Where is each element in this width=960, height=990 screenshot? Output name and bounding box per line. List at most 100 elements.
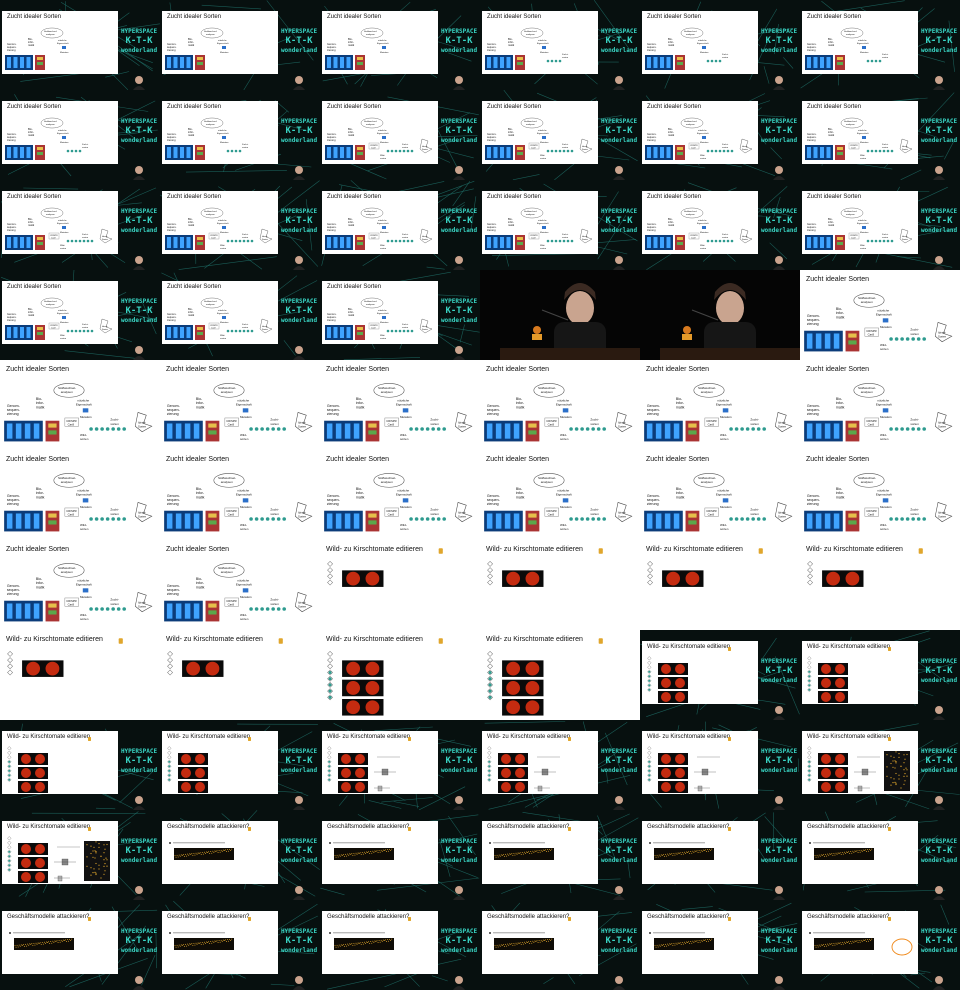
svg-text:matik: matik — [836, 495, 845, 499]
slide-thumbnail[interactable]: Zucht idealer Sorten Genom-sequen-zierun… — [160, 180, 320, 270]
slide-thumbnail[interactable]: Zucht idealer Sorten Genom-sequen-zierun… — [800, 180, 960, 270]
svg-text:sorten: sorten — [430, 422, 439, 426]
slide-thumbnail[interactable]: Geschäftsmodelle attackieren? HYPERSPACE… — [320, 810, 480, 900]
slide-thumbnail[interactable]: Zucht idealer Sorten Genom-sequen-zierun… — [800, 450, 960, 540]
slide-thumbnail[interactable]: Wild- zu Kirschtomate editieren HYPERSPA… — [800, 630, 960, 720]
slide-thumbnail[interactable]: Zucht idealer Sorten Genom-sequen-zierun… — [0, 360, 160, 450]
slide-thumbnail[interactable]: Zucht idealer Sorten Genom-sequen-zierun… — [480, 180, 640, 270]
svg-text:matik: matik — [836, 405, 845, 409]
svg-text:zierung: zierung — [167, 318, 176, 322]
slide-thumbnail[interactable]: Wild- zu Kirschtomate editieren — [800, 540, 960, 630]
slide-thumbnail[interactable]: Geschäftsmodelle attackieren? HYPERSPACE… — [480, 810, 640, 900]
slide-thumbnail[interactable]: Zucht idealer Sorten Genom-sequen-zierun… — [0, 90, 160, 180]
slide-thumbnail[interactable]: Geschäftsmodelle attackieren? HYPERSPACE… — [640, 810, 800, 900]
slide-thumbnail[interactable]: Zucht idealer Sorten Genom-sequen-zierun… — [0, 0, 160, 90]
slide-thumbnail[interactable]: Zucht idealer Sorten Genom-sequen-zierun… — [640, 90, 800, 180]
slide-thumbnail[interactable]: Zucht idealer Sorten Genom-sequen-zierun… — [640, 450, 800, 540]
slide-thumbnail[interactable]: Wild- zu Kirschtomate editieren — [640, 540, 800, 630]
slide-thumbnail[interactable]: Wild- zu Kirschtomate editieren HYPERSPA… — [160, 720, 320, 810]
slide-thumbnail[interactable]: Geschäftsmodelle attackieren? HYPERSPACE… — [0, 900, 160, 990]
slide-thumbnail[interactable]: Geschäftsmodelle attackieren? HYPERSPACE… — [800, 810, 960, 900]
slide-thumbnail[interactable]: Zucht idealer Sorten Genom-sequen-zierun… — [0, 450, 160, 540]
svg-text:Eigenschaft: Eigenschaft — [556, 403, 572, 407]
slide-thumbnail[interactable]: Wild- zu Kirschtomate editieren — [320, 540, 480, 630]
svg-text:nützliche: nützliche — [858, 39, 867, 42]
svg-text:sorten: sorten — [700, 247, 707, 250]
svg-text:sorten: sorten — [882, 56, 889, 59]
slide-thumbnail[interactable]: Zucht idealer Sorten Genom-sequen-zierun… — [0, 270, 160, 360]
event-logo: HYPERSPACE K-T-K wonderland — [440, 118, 478, 144]
svg-text:sorten: sorten — [80, 527, 89, 531]
svg-text:analysen: analysen — [46, 34, 56, 36]
speaker-thumbnail — [933, 796, 945, 810]
slide-thumbnail[interactable]: Zucht idealer Sorten Genom-sequen-zierun… — [320, 0, 480, 90]
svg-text:Eigenschaft: Eigenschaft — [697, 42, 709, 45]
slide-thumbnail[interactable]: Geschäftsmodelle attackieren? HYPERSPACE… — [320, 900, 480, 990]
slide-thumbnail[interactable]: Zucht idealer Sorten Genom-sequen-zierun… — [160, 270, 320, 360]
slide-thumbnail[interactable]: Geschäftsmodelle attackieren? HYPERSPACE… — [160, 900, 320, 990]
svg-text:analysen: analysen — [206, 34, 216, 36]
svg-text:nützliche: nützliche — [58, 309, 67, 312]
slide-thumbnail[interactable]: Zucht idealer Sorten Genom-sequen-zierun… — [0, 180, 160, 270]
slide-thumbnail[interactable]: Zucht idealer Sorten Genom-sequen-zierun… — [160, 450, 320, 540]
slide-thumbnail[interactable]: Geschäftsmodelle attackieren? HYPERSPACE… — [160, 810, 320, 900]
svg-text:sorten: sorten — [860, 247, 867, 250]
slide-thumbnail[interactable]: Zucht idealer Sorten Genom-sequen-zierun… — [160, 360, 320, 450]
event-logo: HYPERSPACE K-T-K wonderland — [760, 838, 798, 864]
slide-thumbnail[interactable]: Zucht idealer Sorten Genom-sequen-zierun… — [320, 270, 480, 360]
speaker-thumbnail — [293, 796, 305, 810]
svg-text:matik: matik — [36, 495, 45, 499]
slide-thumbnail[interactable]: Zucht idealer Sorten Genom-sequen-zierun… — [160, 540, 320, 630]
slide-thumbnail[interactable]: Zucht idealer Sorten Genom-sequen-zierun… — [800, 90, 960, 180]
slide-thumbnail[interactable]: Zucht idealer Sorten Genom-sequen-zierun… — [320, 180, 480, 270]
svg-text:sorten: sorten — [270, 422, 279, 426]
slide-thumbnail[interactable]: Wild- zu Kirschtomate editieren HYPERSPA… — [0, 810, 160, 900]
slide-thumbnail[interactable]: Zucht idealer Sorten Genom-sequen-zierun… — [640, 0, 800, 90]
slide-thumbnail[interactable]: Geschäftsmodelle attackieren? HYPERSPACE… — [800, 900, 960, 990]
slide-thumbnail[interactable]: Zucht idealer Sorten Genom-sequen-zierun… — [640, 360, 800, 450]
slide-thumbnail[interactable]: Wild- zu Kirschtomate editieren — [480, 630, 640, 720]
event-logo: HYPERSPACE K-T-K wonderland — [120, 928, 158, 954]
slide-thumbnail[interactable]: Wild- zu Kirschtomate editieren HYPERSPA… — [480, 720, 640, 810]
slide-thumbnail[interactable]: Zucht idealer Sorten Genom-sequen-zierun… — [480, 90, 640, 180]
slide-thumbnail[interactable]: Zucht idealer Sorten Genom-sequen-zierun… — [480, 450, 640, 540]
svg-text:Sorten: Sorten — [138, 425, 147, 429]
svg-text:CRISPR: CRISPR — [866, 509, 876, 513]
slide-thumbnail[interactable]: Zucht idealer Sorten Genom-sequen-zierun… — [320, 90, 480, 180]
slide-thumbnail[interactable]: Wild- zu Kirschtomate editieren HYPERSPA… — [640, 630, 800, 720]
svg-text:sorten: sorten — [110, 512, 119, 516]
slide-thumbnail[interactable]: Wild- zu Kirschtomate editieren — [480, 540, 640, 630]
svg-text:Wild-: Wild- — [380, 335, 385, 337]
slide-thumbnail[interactable]: Wild- zu Kirschtomate editieren HYPERSPA… — [320, 720, 480, 810]
slide-thumbnail[interactable]: Geschäftsmodelle attackieren? HYPERSPACE… — [640, 900, 800, 990]
slide-thumbnail[interactable]: Wild- zu Kirschtomate editieren HYPERSPA… — [0, 720, 160, 810]
svg-text:matik: matik — [356, 495, 365, 499]
slide-thumbnail[interactable]: Zucht idealer Sorten Genom-sequen-zierun… — [800, 360, 960, 450]
slide-thumbnail[interactable]: Zucht idealer Sorten Genom-sequen-zierun… — [800, 0, 960, 90]
slide-thumbnail[interactable]: Wild- zu Kirschtomate editieren — [0, 630, 160, 720]
slide-thumbnail[interactable] — [640, 270, 800, 360]
slide-thumbnail[interactable]: Zucht idealer Sorten Genom-sequen-zierun… — [160, 0, 320, 90]
slide-thumbnail[interactable] — [480, 270, 640, 360]
slide-thumbnail[interactable]: Geschäftsmodelle attackieren? HYPERSPACE… — [480, 900, 640, 990]
slide-thumbnail[interactable]: Wild- zu Kirschtomate editieren — [320, 630, 480, 720]
slide-thumbnail[interactable]: Wild- zu Kirschtomate editieren HYPERSPA… — [800, 720, 960, 810]
slide-thumbnail[interactable]: Zucht idealer Sorten Genom-sequen-zierun… — [320, 360, 480, 450]
slide-thumbnail[interactable]: Zucht idealer Sorten Genom-sequen-zierun… — [320, 450, 480, 540]
svg-text:Wild-: Wild- — [860, 155, 865, 157]
svg-text:Stoffwechsel-: Stoffwechsel- — [524, 120, 537, 123]
slide-thumbnail[interactable]: Zucht idealer Sorten Genom-sequen-zierun… — [640, 180, 800, 270]
slide-thumbnail[interactable]: Zucht idealer Sorten Genom-sequen-zierun… — [0, 540, 160, 630]
slide-thumbnail[interactable]: Wild- zu Kirschtomate editieren HYPERSPA… — [640, 720, 800, 810]
svg-text:zierung: zierung — [647, 138, 656, 142]
slide-thumbnail[interactable]: Wild- zu Kirschtomate editieren — [160, 630, 320, 720]
slide-thumbnail[interactable]: Zucht idealer Sorten Genom-sequen-zierun… — [800, 270, 960, 360]
svg-text:Cas9: Cas9 — [388, 513, 395, 517]
slide-thumbnail[interactable]: Zucht idealer Sorten Genom-sequen-zierun… — [480, 360, 640, 450]
event-logo: HYPERSPACE K-T-K wonderland — [120, 118, 158, 144]
svg-text:zierung: zierung — [647, 412, 659, 416]
slide-thumbnail[interactable]: Zucht idealer Sorten Genom-sequen-zierun… — [480, 0, 640, 90]
slide-card: Geschäftsmodelle attackieren? — [802, 821, 918, 884]
slide-thumbnail[interactable]: Zucht idealer Sorten Genom-sequen-zierun… — [160, 90, 320, 180]
svg-text:Ideale: Ideale — [742, 236, 748, 238]
